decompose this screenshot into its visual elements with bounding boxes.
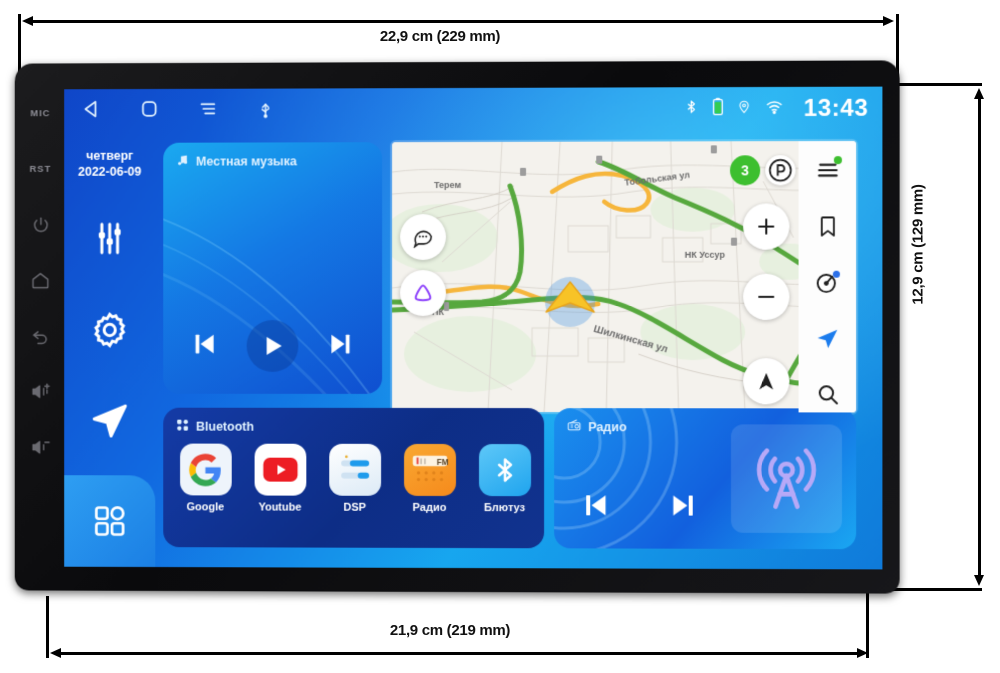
app-label: Youtube [258, 501, 302, 514]
music-widget-title: Местная музыка [195, 154, 297, 169]
app-shortcut-bluetooth[interactable]: Блютуз [475, 444, 534, 514]
app-shortcut-youtube[interactable]: Youtube [251, 443, 310, 514]
music-widget-title-row: Местная музыка [176, 153, 297, 169]
day-of-week: четверг [86, 148, 134, 163]
app-shortcut-radio[interactable]: FM Радио [400, 443, 459, 514]
traffic-level-badge[interactable]: 3 [729, 155, 761, 186]
app-label: Радио [412, 501, 447, 514]
app-shortcut-dsp[interactable]: DSP [325, 443, 384, 514]
back-triangle-icon[interactable] [80, 98, 102, 125]
wifi-icon [764, 97, 784, 121]
poi-label: НК Уссур [684, 249, 725, 260]
bookmark-icon[interactable] [815, 214, 839, 243]
music-note-icon [176, 154, 189, 170]
svg-text:FM: FM [436, 458, 448, 467]
radio-controls [580, 489, 699, 526]
alice-triangle-icon[interactable] [400, 270, 447, 317]
bluetooth-apps-widget[interactable]: Bluetooth Google Youtube DSP FM Радио Бл… [163, 407, 545, 549]
app-label: Google [186, 501, 225, 514]
bluetooth-app-icon [478, 444, 531, 497]
location-pin-icon [737, 97, 751, 121]
radio-widget-title: Радио [588, 419, 627, 434]
head-unit-device: MIC RST 13:43 четверг 2022-06-09 Местная… [14, 60, 900, 594]
app-label: DSP [343, 501, 366, 514]
radio-widget[interactable]: Радио [554, 408, 857, 550]
radio-album-art [730, 424, 842, 534]
map-toolbar [798, 140, 857, 413]
settings-gear-icon[interactable] [90, 310, 130, 355]
bluetooth-widget-title: Bluetooth [195, 419, 254, 434]
app-shortcut-google[interactable]: Google [176, 443, 235, 514]
left-shortcut-column: четверг 2022-06-09 [64, 133, 156, 568]
next-station-button[interactable] [667, 489, 699, 526]
bluetooth-grid-icon [176, 419, 189, 435]
menu-notification-dot [833, 156, 842, 165]
date-text: 2022-06-09 [78, 164, 142, 179]
dsp-equalizer-icon [328, 443, 381, 496]
bluetooth-icon [684, 97, 699, 121]
zoom-in-button[interactable] [743, 203, 790, 250]
dim-bottom-arrow [50, 648, 868, 658]
google-icon [179, 443, 232, 496]
map-widget[interactable]: Тобольская ул Шилкинская ул НК Уссур Тер… [392, 140, 857, 413]
bezel-reset-label: RST [29, 163, 52, 175]
next-track-button[interactable] [325, 328, 355, 363]
home-square-icon[interactable] [138, 97, 160, 124]
status-bar: 13:43 [64, 87, 882, 133]
poi-label: Терем [434, 179, 462, 191]
parking-badge[interactable] [765, 155, 796, 186]
usb-icon[interactable] [256, 98, 276, 123]
compass-north-icon[interactable] [743, 358, 790, 405]
fm-radio-icon: FM [403, 443, 456, 497]
app-label: Блютуз [483, 502, 526, 515]
date-widget: четверг 2022-06-09 [78, 149, 141, 180]
battery-icon [712, 97, 724, 121]
dim-bottom-label: 21,9 cm (219 mm) [389, 622, 511, 639]
volume-down-icon[interactable] [21, 419, 61, 475]
navigation-arrow-icon[interactable] [90, 401, 130, 446]
home-icon[interactable] [21, 252, 61, 308]
music-controls [163, 320, 382, 372]
radio-widget-title-row: Радио [566, 418, 627, 434]
menu-lines-icon[interactable] [197, 97, 219, 124]
map-menu-icon[interactable] [814, 156, 842, 188]
equalizer-icon[interactable] [91, 220, 129, 263]
bluetooth-widget-title-row: Bluetooth [176, 419, 254, 435]
app-drawer-icon[interactable] [64, 475, 156, 568]
status-clock: 13:43 [803, 94, 869, 123]
touchscreen[interactable]: 13:43 четверг 2022-06-09 Местная музыка … [64, 86, 883, 570]
back-icon[interactable] [21, 308, 61, 364]
assistant-notification-dot [832, 270, 840, 278]
bezel-mic-label: MIC [30, 107, 51, 119]
radio-set-icon [566, 418, 581, 434]
previous-station-button[interactable] [580, 489, 612, 526]
traffic-level-value: 3 [741, 162, 750, 179]
power-icon[interactable] [21, 197, 61, 253]
youtube-icon [254, 443, 306, 496]
zoom-out-button[interactable] [743, 273, 790, 320]
chat-bubble-icon[interactable] [400, 214, 447, 261]
dim-right-arrow [974, 88, 984, 586]
dim-right-label: 12,9 cm (129 mm) [909, 184, 927, 305]
volume-up-icon[interactable] [21, 364, 61, 420]
dim-right-tick-top [896, 83, 982, 86]
bezel-button-column: MIC RST [15, 63, 66, 590]
assistant-alice-icon[interactable] [815, 270, 840, 300]
music-widget[interactable]: Местная музыка [163, 142, 383, 394]
play-button[interactable] [246, 320, 299, 372]
dim-top-label: 22,9 cm (229 mm) [379, 28, 501, 45]
previous-track-button[interactable] [190, 328, 220, 363]
app-shortcut-row: Google Youtube DSP FM Радио Блютуз [176, 443, 534, 515]
dim-top-arrow [22, 16, 894, 26]
search-icon[interactable] [815, 382, 839, 411]
navigation-cursor-icon[interactable] [815, 326, 840, 356]
